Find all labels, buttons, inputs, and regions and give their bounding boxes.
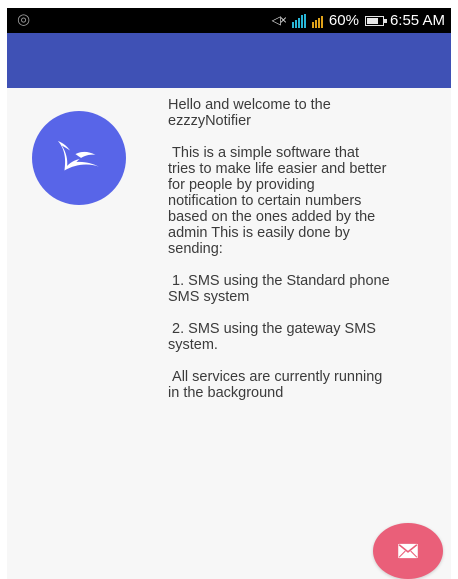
signal-icon-primary (291, 13, 306, 28)
status-bar: ◎ ◁× 60% 6:55 AM (7, 8, 451, 33)
status-right-group: ◁× 60% 6:55 AM (272, 11, 445, 30)
app-bar (7, 33, 451, 88)
option-sms-gateway: 2. SMS using the gateway SMS system. (168, 321, 376, 353)
services-status-text: All services are currently running in th… (168, 369, 383, 401)
battery-percentage: 60% (328, 12, 359, 29)
option-sms-standard: 1. SMS using the Standard phone SMS syst… (168, 273, 390, 305)
status-time: 6:55 AM (389, 12, 445, 29)
status-circle-icon: ◎ (17, 11, 31, 28)
welcome-content: Hello and welcome to the ezzzyNotifier T… (168, 97, 444, 417)
compose-mail-button[interactable] (373, 523, 443, 579)
battery-icon (364, 15, 387, 26)
description-paragraph: This is a simple software that tries to … (168, 145, 387, 257)
welcome-heading: Hello and welcome to the ezzzyNotifier (168, 97, 331, 129)
swift-bird-icon (57, 140, 99, 171)
mail-icon (398, 543, 418, 559)
mute-icon: ◁× (271, 13, 287, 27)
phone-screen: ◎ ◁× 60% 6:55 AM Hello and welcome to th… (7, 8, 451, 579)
app-logo-avatar (32, 111, 126, 205)
signal-icon-secondary (311, 14, 323, 28)
